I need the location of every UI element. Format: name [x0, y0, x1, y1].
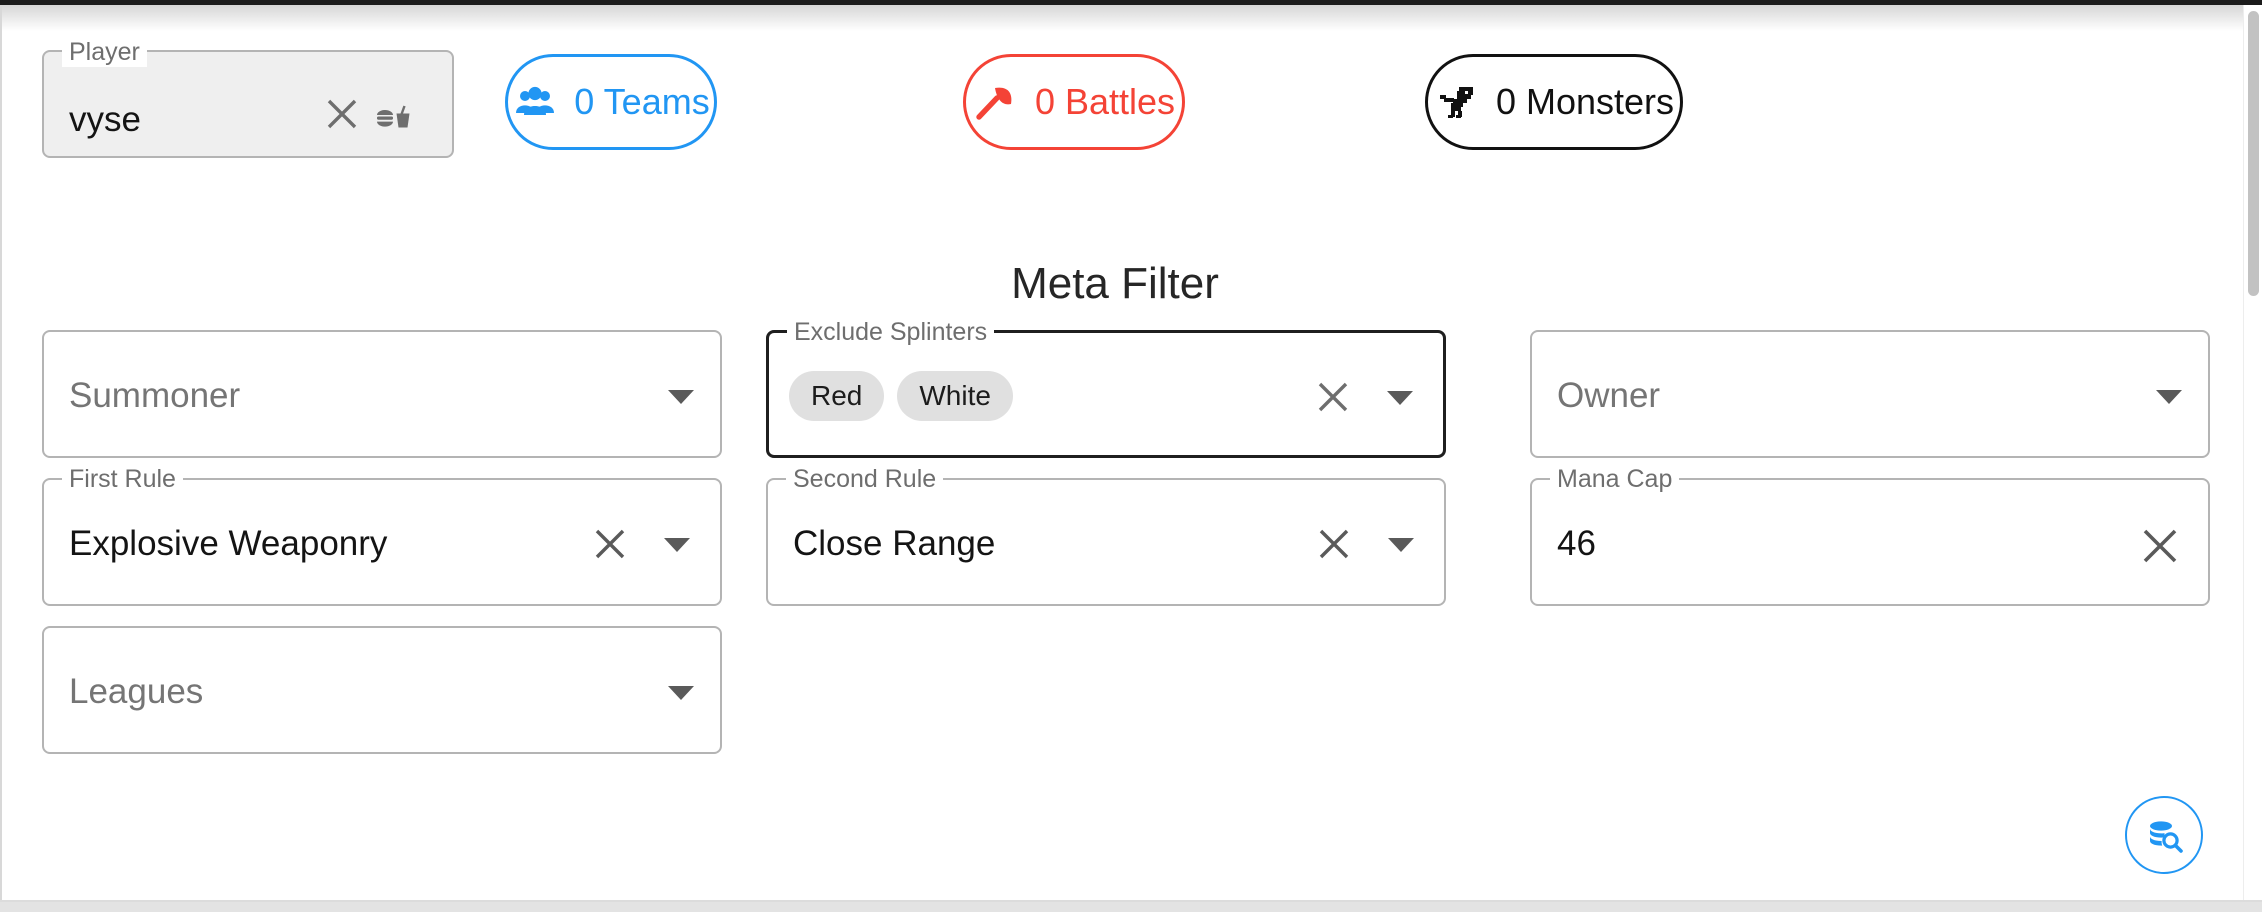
filter-cell-exclude-splinters: Exclude Splinters Red White — [766, 317, 1446, 458]
leagues-select[interactable]: Leagues — [42, 626, 722, 754]
owner-select[interactable]: Owner — [1530, 330, 2210, 458]
second-rule-legend: Second Rule — [786, 464, 944, 494]
exclude-splinters-legend: Exclude Splinters — [787, 317, 995, 347]
dinosaur-icon — [1434, 79, 1480, 125]
chevron-down-icon[interactable] — [668, 390, 694, 404]
page-title: Meta Filter — [1011, 259, 1219, 308]
tag-chip[interactable]: Red — [789, 371, 885, 421]
chevron-down-icon[interactable] — [1387, 391, 1413, 405]
chip-battles[interactable]: 0 Battles — [963, 54, 1185, 150]
player-field-legend: Player — [62, 37, 147, 67]
chip-battles-label: 0 Battles — [1034, 81, 1176, 122]
filter-cell-owner: Owner — [1530, 330, 2210, 458]
filter-row: Leagues — [42, 626, 2210, 774]
window-bottom-band — [0, 900, 2262, 912]
local-storage-icon[interactable] — [374, 96, 414, 136]
chevron-down-icon[interactable] — [1388, 538, 1414, 552]
gavel-icon — [973, 79, 1019, 125]
chevron-down-icon[interactable] — [2156, 390, 2182, 404]
chip-teams-label: 0 Teams — [574, 81, 710, 122]
summary-row: Player vyse 0 Teams 0 Battles 0 Monsters — [0, 22, 2230, 158]
scrollbar-thumb[interactable] — [2248, 11, 2259, 296]
leagues-placeholder: Leagues — [69, 672, 204, 711]
filter-cell-first-rule: First Rule Explosive Weaponry — [42, 464, 722, 606]
close-icon[interactable] — [1315, 379, 1351, 415]
database-search-icon — [2142, 813, 2186, 857]
summoner-select[interactable]: Summoner — [42, 330, 722, 458]
mana-cap-value: 46 — [1557, 524, 1596, 563]
first-rule-value: Explosive Weaponry — [69, 524, 388, 563]
owner-placeholder: Owner — [1557, 376, 1661, 415]
first-rule-select[interactable]: First Rule Explosive Weaponry — [42, 464, 722, 606]
run-query-button[interactable] — [2125, 796, 2203, 874]
chip-monsters-label: 0 Monsters — [1495, 81, 1675, 122]
chevron-down-icon[interactable] — [668, 686, 694, 700]
second-rule-select[interactable]: Second Rule Close Range — [766, 464, 1446, 606]
player-field-value: vyse — [69, 100, 141, 139]
chip-teams[interactable]: 0 Teams — [505, 54, 717, 150]
filter-row: Summoner Exclude Splinters Red White Own… — [42, 317, 2210, 478]
exclude-splinters-multiselect[interactable]: Exclude Splinters Red White — [766, 317, 1446, 458]
filter-cell-summoner: Summoner — [42, 330, 722, 458]
groups-icon — [512, 79, 558, 125]
vertical-scrollbar[interactable] — [2243, 5, 2262, 902]
close-icon[interactable] — [2140, 526, 2177, 563]
app-window: Player vyse 0 Teams 0 Battles 0 Monsters… — [0, 0, 2262, 912]
filter-cell-mana-cap: Mana Cap 46 — [1530, 464, 2210, 606]
filter-cell-second-rule: Second Rule Close Range — [766, 464, 1446, 606]
first-rule-legend: First Rule — [62, 464, 183, 494]
summoner-placeholder: Summoner — [69, 376, 241, 415]
close-icon[interactable] — [1316, 526, 1352, 562]
close-icon[interactable] — [592, 526, 628, 562]
window-top-bar — [0, 0, 2262, 5]
close-icon[interactable] — [324, 96, 360, 132]
mana-cap-legend: Mana Cap — [1550, 464, 1680, 494]
chevron-down-icon[interactable] — [664, 538, 690, 552]
meta-filter-grid: Summoner Exclude Splinters Red White Own… — [42, 317, 2210, 774]
filter-cell-leagues: Leagues — [42, 626, 722, 754]
chip-monsters[interactable]: 0 Monsters — [1425, 54, 1683, 150]
mana-cap-input[interactable]: Mana Cap 46 — [1530, 464, 2210, 606]
second-rule-value: Close Range — [793, 524, 996, 563]
exclude-splinters-tags: Red White — [789, 371, 1013, 421]
filter-row: First Rule Explosive Weaponry Second Rul… — [42, 464, 2210, 626]
tag-chip[interactable]: White — [897, 371, 1013, 421]
player-field[interactable]: Player vyse — [42, 37, 454, 158]
